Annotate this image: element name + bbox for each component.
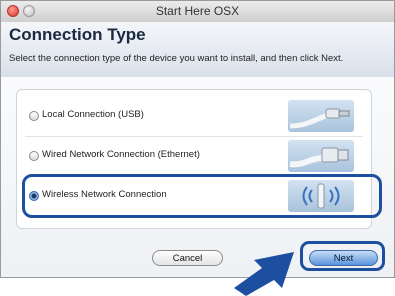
window-title: Start Here OSX bbox=[155, 4, 240, 18]
next-button-highlight bbox=[300, 241, 385, 271]
usb-cable-icon bbox=[288, 100, 354, 132]
option-label: Wired Network Connection (Ethernet) bbox=[42, 149, 200, 160]
option-divider bbox=[25, 136, 363, 137]
usb-radio[interactable] bbox=[29, 111, 39, 121]
installer-window: Start Here OSX Connection Type Select th… bbox=[0, 0, 395, 278]
pointer-arrow-icon bbox=[234, 252, 294, 296]
page-title: Connection Type bbox=[9, 25, 146, 44]
ethernet-cable-icon bbox=[288, 140, 354, 172]
wireless-option-highlight bbox=[22, 174, 382, 218]
option-usb[interactable]: Local Connection (USB) bbox=[17, 98, 371, 134]
instruction-text: Select the connection type of the device… bbox=[9, 53, 344, 64]
cancel-button[interactable]: Cancel bbox=[152, 250, 223, 266]
option-label: Local Connection (USB) bbox=[42, 109, 144, 120]
option-ethernet[interactable]: Wired Network Connection (Ethernet) bbox=[17, 138, 371, 174]
ethernet-radio[interactable] bbox=[29, 151, 39, 161]
title-bar: Start Here OSX bbox=[1, 1, 394, 23]
